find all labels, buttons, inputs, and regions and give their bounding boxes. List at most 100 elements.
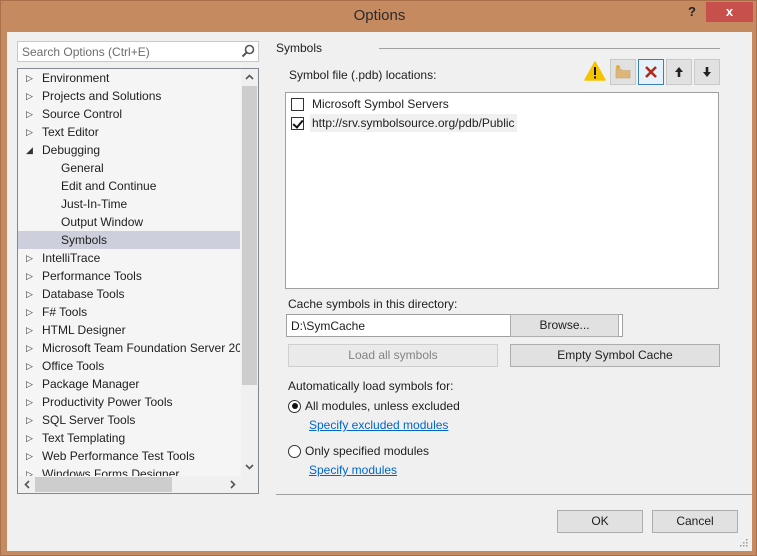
- tree-item[interactable]: Edit and Continue: [18, 177, 240, 195]
- tree-item[interactable]: ▷ SQL Server Tools: [18, 411, 240, 429]
- expanded-arrow-icon[interactable]: ◢: [26, 141, 36, 159]
- radio-button[interactable]: [288, 444, 301, 458]
- radio-button[interactable]: [288, 399, 301, 413]
- specify-excluded-modules-link[interactable]: Specify excluded modules: [309, 418, 448, 432]
- tree-item[interactable]: ▷ Office Tools: [18, 357, 240, 375]
- collapsed-arrow-icon[interactable]: ▷: [26, 411, 36, 429]
- collapsed-arrow-icon[interactable]: ▷: [26, 339, 36, 357]
- radio-only-specified[interactable]: Only specified modules: [288, 444, 429, 458]
- tree-item-label: SQL Server Tools: [42, 413, 136, 427]
- tree-item-label: Package Manager: [42, 377, 140, 391]
- collapsed-arrow-icon[interactable]: ▷: [26, 321, 36, 339]
- title-bar[interactable]: Options ? x: [1, 1, 757, 32]
- help-button[interactable]: ?: [684, 4, 700, 24]
- window-title: Options: [353, 7, 406, 24]
- tree-item[interactable]: ▷ Performance Tools: [18, 267, 240, 285]
- tree-item-label: Office Tools: [42, 359, 105, 373]
- collapsed-arrow-icon[interactable]: ▷: [26, 357, 36, 375]
- tree-item[interactable]: ▷ Text Editor: [18, 123, 240, 141]
- tree-item[interactable]: ▷ Web Performance Test Tools: [18, 447, 240, 465]
- collapsed-arrow-icon[interactable]: ▷: [26, 375, 36, 393]
- radio-label: All modules, unless excluded: [305, 399, 460, 413]
- collapsed-arrow-icon[interactable]: ▷: [26, 87, 36, 105]
- tree-item-label: Productivity Power Tools: [42, 395, 173, 409]
- browse-button[interactable]: Browse...: [510, 314, 619, 337]
- move-up-button[interactable]: [666, 59, 692, 85]
- tree-item[interactable]: ▷ Projects and Solutions: [18, 87, 240, 105]
- collapsed-arrow-icon[interactable]: ▷: [26, 285, 36, 303]
- tree-item-label: Performance Tools: [42, 269, 142, 283]
- tree-item[interactable]: ▷ Productivity Power Tools: [18, 393, 240, 411]
- close-icon: x: [725, 4, 734, 19]
- tree-item[interactable]: ▷ Microsoft Team Foundation Server 20: [18, 339, 240, 357]
- location-checkbox[interactable]: [291, 97, 304, 111]
- empty-symbol-cache-button[interactable]: Empty Symbol Cache: [510, 344, 720, 367]
- tree-item[interactable]: ▷ Text Templating: [18, 429, 240, 447]
- location-item[interactable]: http://srv.symbolsource.org/pdb/Public: [291, 114, 517, 132]
- close-button[interactable]: x: [706, 2, 753, 22]
- tree-item[interactable]: ▷ F# Tools: [18, 303, 240, 321]
- specify-modules-link[interactable]: Specify modules: [309, 463, 397, 477]
- collapsed-arrow-icon[interactable]: ▷: [26, 267, 36, 285]
- tree-item-label: Just-In-Time: [61, 197, 128, 211]
- horizontal-scrollbar[interactable]: [18, 476, 258, 493]
- collapsed-arrow-icon[interactable]: ▷: [26, 393, 36, 411]
- search-input[interactable]: [18, 42, 233, 61]
- collapsed-arrow-icon[interactable]: ▷: [26, 249, 36, 267]
- move-down-button[interactable]: [694, 59, 720, 85]
- load-all-symbols-button: Load all symbols: [288, 344, 498, 367]
- tree-item-label: Text Editor: [42, 125, 99, 139]
- tree-item-label: Debugging: [42, 143, 101, 157]
- tree-item[interactable]: ▷ Windows Forms Designer: [18, 465, 240, 476]
- dialog-client: ▷ Environment ▷ Projects and Solutions ▷ Sour…: [7, 32, 752, 551]
- cancel-button[interactable]: Cancel: [652, 510, 738, 533]
- tree-item[interactable]: ▷ Environment: [18, 69, 240, 87]
- tree-item[interactable]: Symbols: [18, 231, 240, 249]
- scroll-left-button[interactable]: [18, 476, 35, 493]
- new-location-button[interactable]: [610, 59, 636, 85]
- collapsed-arrow-icon[interactable]: ▷: [26, 123, 36, 141]
- tree-item-label: General: [61, 161, 104, 175]
- horizontal-scroll-thumb[interactable]: [35, 477, 172, 492]
- collapsed-arrow-icon[interactable]: ▷: [26, 447, 36, 465]
- vertical-scroll-thumb[interactable]: [242, 86, 257, 385]
- chevron-down-icon: [245, 464, 254, 470]
- resize-grip-icon[interactable]: [738, 537, 748, 547]
- tree-item-label: Microsoft Team Foundation Server 20: [42, 341, 240, 355]
- tree-item[interactable]: ◢ Debugging: [18, 141, 240, 159]
- footer-divider: [276, 494, 752, 495]
- scroll-down-button[interactable]: [241, 459, 258, 476]
- tree-item[interactable]: ▷ HTML Designer: [18, 321, 240, 339]
- radio-all-modules[interactable]: All modules, unless excluded: [288, 399, 460, 413]
- tree-item-label: Edit and Continue: [61, 179, 157, 193]
- delete-location-button[interactable]: [638, 59, 664, 85]
- tree-item[interactable]: ▷ Source Control: [18, 105, 240, 123]
- chevron-up-icon: [245, 74, 254, 80]
- vertical-scrollbar[interactable]: [241, 69, 258, 476]
- search-box[interactable]: [17, 41, 259, 62]
- search-icon[interactable]: [241, 44, 255, 58]
- tree-item-label: Symbols: [61, 233, 108, 247]
- tree-item[interactable]: Output Window: [18, 213, 240, 231]
- tree-item[interactable]: ▷ IntelliTrace: [18, 249, 240, 267]
- delete-icon: [645, 66, 657, 78]
- collapsed-arrow-icon[interactable]: ▷: [26, 465, 36, 476]
- tree-item[interactable]: ▷ Database Tools: [18, 285, 240, 303]
- collapsed-arrow-icon[interactable]: ▷: [26, 303, 36, 321]
- tree-item-label: Database Tools: [42, 287, 125, 301]
- tree-item[interactable]: ▷ Package Manager: [18, 375, 240, 393]
- collapsed-arrow-icon[interactable]: ▷: [26, 429, 36, 447]
- tree-item[interactable]: General: [18, 159, 240, 177]
- ok-button[interactable]: OK: [557, 510, 643, 533]
- scroll-up-button[interactable]: [241, 69, 258, 86]
- tree-item-label: Text Templating: [42, 431, 126, 445]
- scroll-right-button[interactable]: [224, 476, 241, 493]
- location-checkbox[interactable]: [291, 116, 304, 130]
- collapsed-arrow-icon[interactable]: ▷: [26, 69, 36, 87]
- location-item[interactable]: Microsoft Symbol Servers: [291, 95, 451, 113]
- tree-item[interactable]: Just-In-Time: [18, 195, 240, 213]
- tree-item-label: Projects and Solutions: [42, 89, 162, 103]
- tree-item-label: Source Control: [42, 107, 123, 121]
- tree-item-label: Web Performance Test Tools: [42, 449, 195, 463]
- collapsed-arrow-icon[interactable]: ▷: [26, 105, 36, 123]
